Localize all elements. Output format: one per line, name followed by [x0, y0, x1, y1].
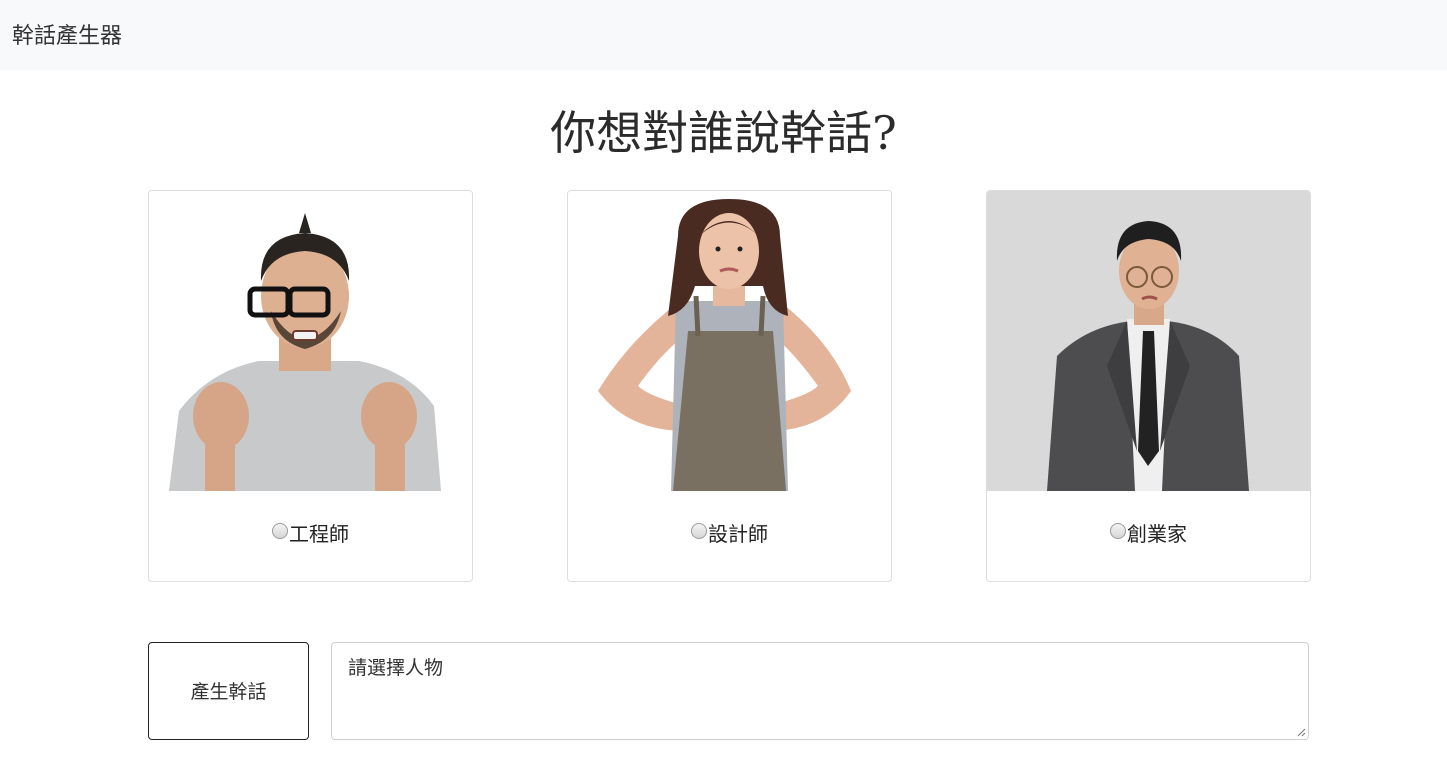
navbar: 幹話產生器 [0, 0, 1447, 70]
page-heading: 你想對誰說幹話? [550, 106, 897, 160]
engineer-label[interactable]: 工程師 [289, 522, 349, 546]
engineer-radio[interactable] [272, 523, 288, 539]
entrepreneur-photo [987, 191, 1310, 491]
designer-radio[interactable] [691, 523, 707, 539]
brand-title[interactable]: 幹話產生器 [12, 22, 122, 52]
entrepreneur-option[interactable]: 創業家 [987, 521, 1310, 551]
character-card-designer[interactable]: 設計師 [567, 190, 892, 582]
entrepreneur-label[interactable]: 創業家 [1127, 522, 1187, 546]
generate-button[interactable]: 產生幹話 [148, 642, 309, 740]
designer-option[interactable]: 設計師 [568, 521, 891, 551]
entrepreneur-radio[interactable] [1110, 523, 1126, 539]
engineer-option[interactable]: 工程師 [149, 521, 472, 551]
character-card-entrepreneur[interactable]: 創業家 [986, 190, 1311, 582]
output-textarea[interactable]: 請選擇人物 [331, 642, 1309, 740]
resize-grip-icon[interactable] [1296, 727, 1306, 737]
designer-label[interactable]: 設計師 [708, 522, 768, 546]
output-text: 請選擇人物 [348, 657, 444, 679]
character-card-engineer[interactable]: 工程師 [148, 190, 473, 582]
designer-photo [568, 191, 891, 491]
engineer-photo [149, 191, 472, 491]
